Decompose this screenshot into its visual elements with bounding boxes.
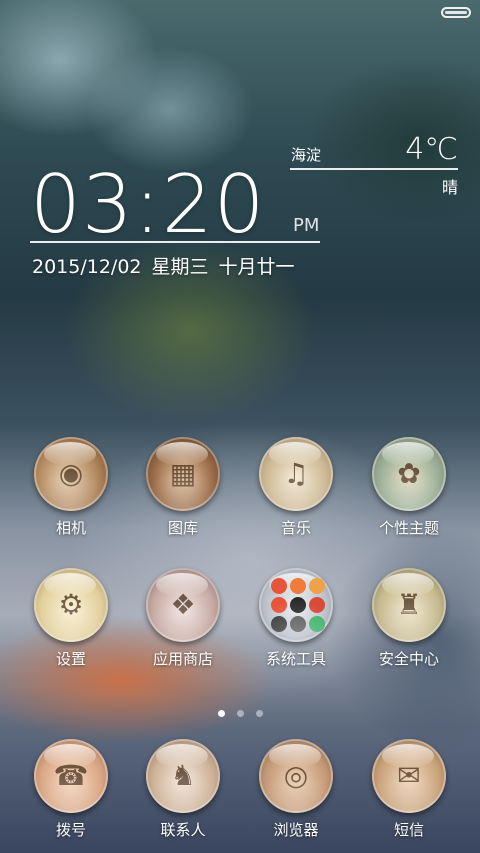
app-label: 图库 — [167, 519, 198, 537]
weather-divider — [290, 168, 458, 170]
clock-time: 03:20 — [30, 158, 266, 251]
app-label: 联系人 — [160, 821, 206, 839]
app-browser[interactable]: ◎ 浏览器 — [241, 739, 351, 840]
page-indicator — [0, 702, 480, 721]
app-label: 应用商店 — [152, 650, 213, 668]
app-store[interactable]: ❖ 应用商店 — [128, 568, 238, 669]
app-store-icon: ❖ — [146, 568, 220, 642]
browser-icon: ◎ — [259, 739, 333, 813]
app-label: 个性主题 — [378, 519, 439, 537]
app-system-tools[interactable]: 系统工具 — [241, 568, 351, 669]
page-dot[interactable] — [217, 710, 225, 717]
app-label: 音乐 — [280, 519, 311, 537]
messages-icon: ✉ — [372, 739, 446, 813]
system-tools-grid — [271, 578, 325, 632]
tool-icon — [309, 616, 325, 632]
app-settings[interactable]: ⚙ 设置 — [16, 568, 126, 669]
tool-icon — [271, 578, 287, 594]
clock-date: 2015/12/02 — [32, 256, 142, 278]
tool-icon — [309, 578, 325, 594]
app-messages[interactable]: ✉ 短信 — [354, 739, 464, 840]
clock-weekday: 星期三 — [151, 256, 209, 278]
battery-icon — [441, 7, 471, 18]
music-icon: ♫ — [259, 437, 333, 511]
security-icon: ♜ — [372, 568, 446, 642]
tool-icon — [290, 578, 306, 594]
camera-icon: ◉ — [34, 437, 108, 511]
system-tools-icon — [259, 568, 333, 642]
weather-condition: 晴 — [441, 178, 458, 197]
app-themes[interactable]: ✿ 个性主题 — [354, 437, 464, 538]
weather-city: 海淀 — [291, 146, 322, 164]
page-dot[interactable] — [236, 710, 244, 717]
tool-icon — [271, 597, 287, 613]
phone-icon: ☎ — [34, 739, 108, 813]
app-label: 设置 — [55, 650, 86, 668]
app-contacts[interactable]: ♞ 联系人 — [128, 739, 238, 840]
app-label: 拨号 — [55, 821, 86, 839]
gallery-icon: ▦ — [146, 437, 220, 511]
tool-icon — [309, 597, 325, 613]
clock-date-row: 2015/12/02 星期三 十月廿一 — [32, 252, 305, 279]
app-music[interactable]: ♫ 音乐 — [241, 437, 351, 538]
app-label: 系统工具 — [265, 650, 326, 668]
clock-ampm: PM — [293, 215, 320, 236]
app-label: 短信 — [393, 821, 424, 839]
app-camera[interactable]: ◉ 相机 — [16, 437, 126, 538]
theme-icon: ✿ — [372, 437, 446, 511]
app-label: 浏览器 — [273, 821, 319, 839]
weather-temperature: 4℃ — [405, 132, 458, 167]
page-dot[interactable] — [255, 710, 263, 717]
contacts-icon: ♞ — [146, 739, 220, 813]
app-label: 相机 — [55, 519, 86, 537]
app-gallery[interactable]: ▦ 图库 — [128, 437, 238, 538]
tool-icon — [271, 616, 287, 632]
app-dialer[interactable]: ☎ 拨号 — [16, 739, 126, 840]
weather-widget[interactable]: 海淀 4℃ 晴 — [290, 132, 460, 202]
clock-divider — [30, 241, 320, 243]
app-security-center[interactable]: ♜ 安全中心 — [354, 568, 464, 669]
app-label: 安全中心 — [378, 650, 439, 668]
tool-icon — [290, 597, 306, 613]
settings-icon: ⚙ — [34, 568, 108, 642]
clock-lunar-date: 十月廿一 — [218, 256, 295, 278]
tool-icon — [290, 616, 306, 632]
